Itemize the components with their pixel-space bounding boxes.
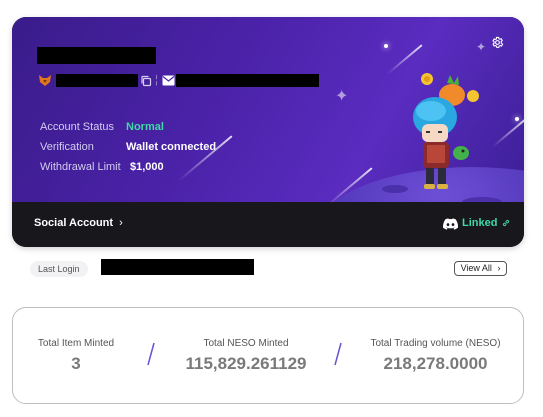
social-account-button[interactable]: Social Account › <box>34 217 123 229</box>
star-dot <box>515 117 519 121</box>
minting-stats-panel: Total Item Minted 3 Total NESO Minted 11… <box>12 307 524 404</box>
view-all-label: View All <box>460 263 492 273</box>
withdrawal-limit-label: Withdrawal Limit <box>40 161 121 173</box>
copy-icon[interactable] <box>140 75 152 87</box>
shooting-star <box>491 117 524 148</box>
slash-divider <box>334 342 342 366</box>
withdrawal-limit-value: $1,000 <box>130 161 164 173</box>
username-redacted <box>37 47 156 64</box>
social-account-label: Social Account <box>34 217 114 229</box>
stat-value: 218,278.0000 <box>383 354 488 373</box>
stat-label: Total NESO Minted <box>203 338 289 349</box>
linked-label: Linked <box>462 217 498 229</box>
mail-icon <box>162 75 175 86</box>
link-icon <box>502 220 509 227</box>
view-all-button[interactable]: View All › <box>454 261 507 276</box>
character-avatar <box>413 73 479 189</box>
account-status-row: Account Status Normal <box>40 121 164 133</box>
stat-label: Total Trading volume (NESO) <box>370 338 501 349</box>
slash-divider <box>147 342 155 366</box>
divider: ¦ <box>155 74 158 86</box>
verification-value: Wallet connected <box>126 141 217 153</box>
sparkle-icon: ✦ <box>335 88 349 105</box>
profile-card: ✦ ✦ ¦ Account Status Normal Verification… <box>12 17 524 247</box>
stat-total-neso-minted: Total NESO Minted 115,829.261129 <box>171 338 321 374</box>
last-login-badge: Last Login <box>30 261 88 277</box>
email-redacted <box>176 74 319 87</box>
profile-hero-banner: ✦ ✦ ¦ Account Status Normal Verification… <box>12 17 524 202</box>
social-account-bar: Social Account › Linked <box>12 202 524 247</box>
verification-label: Verification <box>40 141 94 153</box>
verification-row: Verification Wallet connected <box>40 141 216 153</box>
chevron-right-icon: › <box>119 217 123 229</box>
stat-total-trading-volume: Total Trading volume (NESO) 218,278.0000 <box>363 338 508 374</box>
wallet-address-redacted <box>56 74 138 87</box>
withdrawal-limit-row: Withdrawal Limit $1,000 <box>40 161 164 173</box>
star-dot <box>384 44 388 48</box>
account-status-value: Normal <box>126 121 164 133</box>
stat-value: 3 <box>71 354 81 373</box>
stat-value: 115,829.261129 <box>185 354 307 373</box>
stat-total-item-minted: Total Item Minted 3 <box>31 338 121 374</box>
linked-status: Linked <box>462 217 510 229</box>
sparkle-icon: ✦ <box>476 40 487 54</box>
chevron-right-icon: › <box>497 263 501 273</box>
stat-label: Total Item Minted <box>37 338 115 349</box>
gear-icon[interactable] <box>491 36 504 49</box>
fox-icon <box>39 75 51 86</box>
account-status-label: Account Status <box>40 121 114 133</box>
discord-icon <box>443 218 458 230</box>
last-login-time-redacted <box>101 259 254 275</box>
